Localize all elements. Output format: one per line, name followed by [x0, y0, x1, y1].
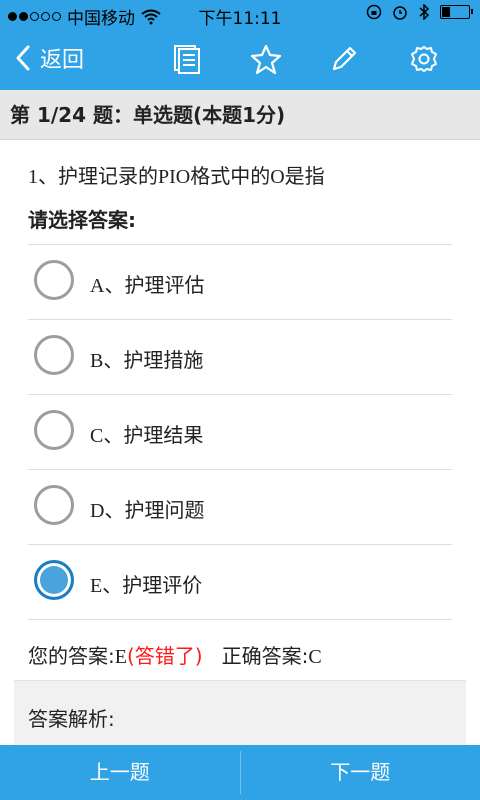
radio-button[interactable]: [34, 335, 74, 375]
gear-icon[interactable]: [408, 43, 440, 75]
option-e[interactable]: E、护理评价: [28, 544, 452, 620]
answer-result: 您的答案:E(答错了) 正确答案:C: [28, 640, 322, 669]
question-text: 1、护理记录的PIO格式中的O是指: [28, 166, 325, 188]
analysis-section: 答案解析:: [14, 680, 466, 751]
chevron-left-icon: [16, 45, 30, 71]
back-button[interactable]: 返回: [14, 42, 84, 74]
option-label: A、护理评估: [90, 275, 205, 297]
prev-question-button[interactable]: 上一题: [0, 745, 240, 800]
note-icon[interactable]: [172, 43, 202, 75]
option-b[interactable]: B、护理措施: [28, 319, 452, 394]
correct-answer-value: C: [308, 646, 322, 668]
answer-prompt: 请选择答案:: [28, 208, 136, 232]
radio-button[interactable]: [34, 260, 74, 300]
back-label: 返回: [40, 48, 85, 73]
question-header: 第 1/24 题：单选题(本题1分): [0, 90, 480, 140]
your-answer-value: E: [114, 646, 127, 668]
status-right: [366, 4, 473, 20]
option-d[interactable]: D、护理问题: [28, 469, 452, 544]
next-question-button[interactable]: 下一题: [241, 745, 480, 800]
your-answer-label: 您的答案:: [28, 644, 115, 668]
nav-bar: 返回: [0, 30, 480, 90]
option-label: E、护理评价: [90, 575, 203, 597]
radio-button-selected[interactable]: [34, 560, 74, 600]
status-bar: 中国移动 下午11:11: [0, 0, 480, 30]
options-list: A、护理评估 B、护理措施 C、护理结果 D、护理问题 E、护理评价: [28, 244, 452, 620]
lock-rotation-icon: [366, 4, 382, 20]
radio-button[interactable]: [34, 485, 74, 525]
radio-button[interactable]: [34, 410, 74, 450]
star-icon[interactable]: [250, 43, 282, 75]
option-c[interactable]: C、护理结果: [28, 394, 452, 469]
option-label: D、护理问题: [90, 500, 205, 522]
option-label: C、护理结果: [90, 425, 204, 447]
pencil-icon[interactable]: [328, 43, 360, 75]
bluetooth-icon: [419, 4, 430, 20]
battery-icon: [440, 5, 473, 19]
alarm-icon: [393, 6, 407, 20]
analysis-label: 答案解析:: [28, 707, 115, 731]
correct-answer-label: 正确答案:: [221, 644, 309, 668]
wrong-indicator: (答错了): [126, 644, 203, 668]
option-a[interactable]: A、护理评估: [28, 244, 452, 319]
option-label: B、护理措施: [90, 350, 204, 372]
bottom-bar: 上一题 下一题: [0, 745, 480, 800]
question-content: 1、护理记录的PIO格式中的O是指 请选择答案: A、护理评估 B、护理措施 C…: [0, 140, 480, 751]
